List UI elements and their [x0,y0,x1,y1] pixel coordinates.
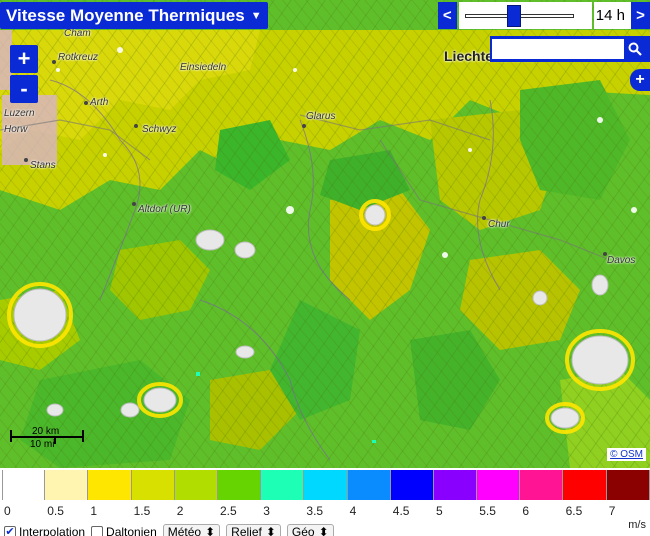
interpolation-checkbox[interactable]: ✔ Interpolation [4,525,85,536]
parameter-dropdown[interactable]: Vitesse Moyenne Thermiques ▼ [0,2,268,29]
legend-tick-label: 4 [349,504,357,518]
parameter-title: Vitesse Moyenne Thermiques [6,5,245,25]
legend-swatch [88,470,132,500]
legend-unit: m/s [628,519,646,531]
place-label: Davos [607,255,636,266]
zoom-out-button[interactable]: - [10,75,38,103]
legend-swatch [174,470,218,500]
legend-tick-label: 2 [176,504,184,518]
place-dot [24,158,28,162]
place-label: Einsiedeln [180,62,227,73]
place-label: Arth [90,97,109,108]
scale-tick [82,430,84,442]
place-dot [603,252,607,256]
meteo-select[interactable]: Météo ⬍ [162,524,221,536]
place-label: Horw [4,124,28,135]
map-options: ✔ Interpolation Daltonien Météo ⬍ Relief ⬍… [4,524,334,536]
geo-select-label: Géo [291,525,315,536]
zoom-in-button[interactable]: + [10,45,38,73]
meteo-select-label: Météo [167,525,202,536]
place-label: Stans [30,160,56,171]
interpolation-label: Interpolation [19,525,86,536]
hour-slider[interactable] [458,2,592,29]
place-label: Cham [64,28,91,39]
time-controls: < 14 h > [437,2,650,29]
legend-tick-label: 3.5 [306,504,324,518]
legend-tick-label: 0.5 [47,504,64,518]
place-dot [52,60,56,64]
stepper-icon: ⬍ [318,525,329,536]
slider-thumb[interactable] [506,5,521,27]
place-label: Schwyz [142,124,177,135]
expand-panel-button[interactable]: + [630,69,650,91]
search-box [490,36,650,62]
osm-attribution-link[interactable]: © OSM [607,448,646,461]
place-dot [84,101,88,105]
scale-tick [10,430,12,442]
legend-tick-label: 2.5 [220,504,237,518]
stepper-icon: ⬍ [205,525,216,536]
place-label: Chur [488,219,510,230]
legend-swatch [606,470,650,500]
place-label: Altdorf (UR) [138,204,191,215]
caret-down-icon: ▼ [250,9,262,22]
legend-swatch [131,470,175,500]
stepper-icon: ⬍ [265,525,276,536]
place-dot [132,202,136,206]
legend-tick-label: 7 [608,504,616,518]
legend-tick-label: 3 [263,504,270,518]
legend-tick-label: 1.5 [133,504,151,518]
scale-line [10,436,84,438]
legend-tick-label: 0 [4,504,11,518]
legend-swatch [520,470,564,500]
relief-select-label: Relief [231,525,262,536]
map-view[interactable]: Cham Rotkreuz Einsiedeln Luzern Horw Art… [0,0,650,468]
legend-swatch [347,470,391,500]
legend-tick-label: 1 [90,504,98,518]
place-dot [134,124,138,128]
legend-tick-label: 4.5 [392,504,410,518]
place-label: Luzern [4,108,35,119]
place-label: Glarus [306,111,336,122]
scale-bar: 20 km 10 mi [10,426,86,452]
legend-swatch [477,470,521,500]
legend-tick-label: 5 [436,504,443,518]
daltonien-checkbox[interactable]: Daltonien [91,525,157,536]
hour-label: 14 h [593,2,631,29]
legend-swatch [261,470,305,500]
legend-swatch [563,470,607,500]
legend-swatch [304,470,348,500]
relief-select[interactable]: Relief ⬍ [226,524,281,536]
legend-tick-label: 5.5 [479,504,496,518]
checkmark-icon: ✔ [4,525,16,536]
checkbox-empty-icon [91,526,104,536]
legend-tick-label: 6.5 [565,504,583,518]
search-input[interactable] [492,39,624,59]
app: Cham Rotkreuz Einsiedeln Luzern Horw Art… [0,0,650,536]
legend-swatch [390,470,434,500]
search-button[interactable] [624,38,646,60]
geo-select[interactable]: Géo ⬍ [286,524,334,536]
legend-tick-label: 6 [522,504,530,518]
place-dot [302,124,306,128]
legend-swatches [2,470,650,500]
search-icon [628,42,642,56]
legend-swatch [2,470,46,500]
legend-swatch [217,470,262,500]
daltonien-label: Daltonien [106,525,157,536]
next-hour-button[interactable]: > [631,2,650,29]
place-label: Rotkreuz [58,52,99,63]
scale-mi-label: 10 mi [30,439,55,450]
place-dot [482,216,486,220]
prev-hour-button[interactable]: < [437,2,457,29]
thermal-terrain-layer [0,0,650,468]
legend-swatch [433,470,478,500]
legend-swatch [45,470,89,500]
